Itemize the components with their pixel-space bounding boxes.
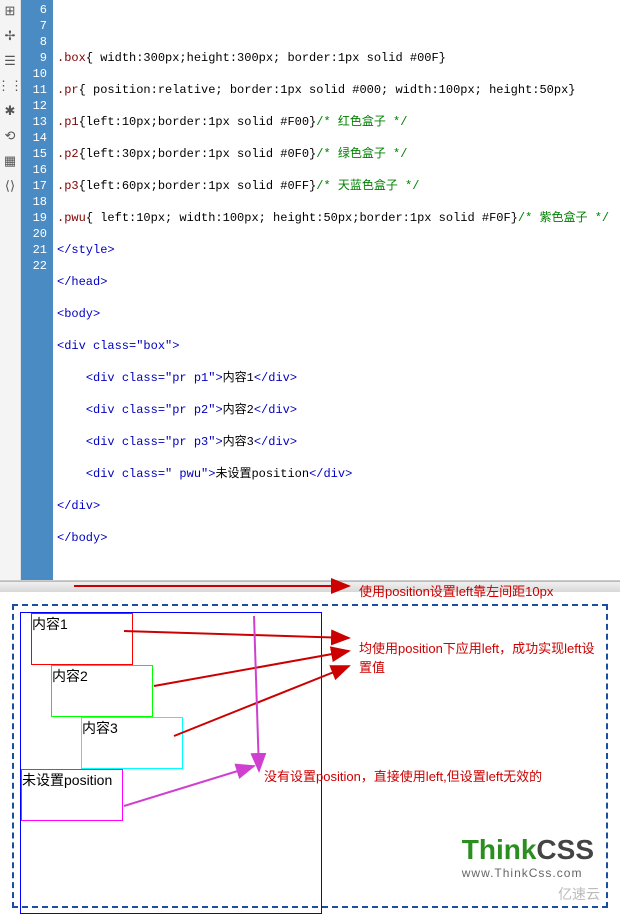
- code-area[interactable]: .box{ width:300px;height:300px; border:1…: [53, 0, 613, 580]
- annotation-text: 均使用position下应用left，成功实现left设置值: [359, 638, 606, 676]
- annotation-text: 没有设置position，直接使用left,但设置left无效的: [264, 766, 542, 785]
- watermark: 亿速云: [558, 884, 600, 904]
- tool-icon[interactable]: ▦: [4, 154, 16, 169]
- code-editor: ⊞ ✢ ☰ ⋮⋮ ✱ ⟲ ▦ ⟨⟩ 6789101112131415161718…: [0, 0, 620, 581]
- box-label: 内容3: [82, 720, 118, 736]
- line-gutter: 678910111213141516171819202122: [21, 0, 53, 580]
- tool-icon[interactable]: ⟲: [5, 129, 16, 144]
- tool-icon[interactable]: ⋮⋮: [0, 79, 23, 94]
- box-label: 内容1: [32, 616, 68, 632]
- box-pwu: 未设置position: [21, 769, 123, 821]
- box-p3: 内容3: [81, 717, 183, 769]
- box-label: 未设置position: [22, 772, 112, 788]
- tool-icon[interactable]: ✢: [5, 29, 16, 44]
- box-label: 内容2: [52, 668, 88, 684]
- thinkcss-logo: ThinkCSS www.ThinkCss.com: [462, 834, 594, 880]
- tool-icon[interactable]: ✱: [5, 104, 16, 119]
- demo-box: 内容1 内容2 内容3 未设置position: [20, 612, 322, 914]
- tool-icon[interactable]: ☰: [4, 54, 16, 69]
- box-p2: 内容2: [51, 665, 153, 717]
- tool-icon[interactable]: ⟨⟩: [5, 179, 15, 194]
- browser-preview: 内容1 内容2 内容3 未设置position 使用position设置left…: [12, 604, 608, 908]
- annotation-text: 使用position设置left靠左间距10px: [359, 581, 553, 600]
- box-p1: 内容1: [31, 613, 133, 665]
- tool-icon[interactable]: ⊞: [5, 4, 16, 19]
- editor-icon-bar: ⊞ ✢ ☰ ⋮⋮ ✱ ⟲ ▦ ⟨⟩: [0, 0, 21, 580]
